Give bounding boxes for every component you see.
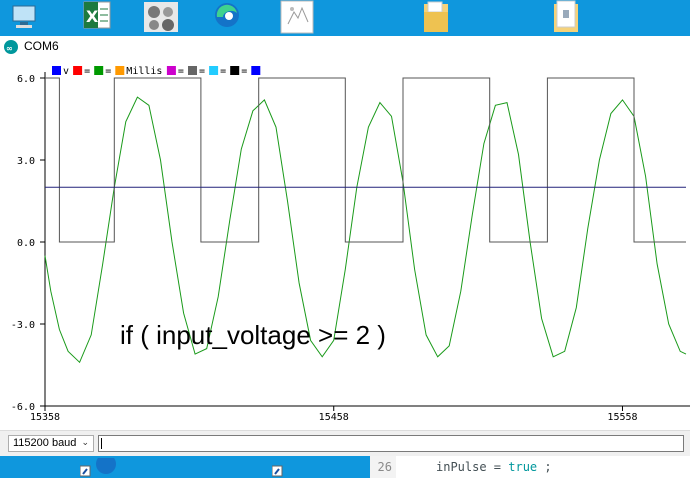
file-icon[interactable] bbox=[548, 0, 586, 36]
window-title: COM6 bbox=[24, 39, 59, 53]
legend-swatch bbox=[251, 66, 261, 75]
code-terminator: ; bbox=[537, 460, 552, 474]
legend-label: = bbox=[84, 66, 90, 77]
plot-chart: v = = Millis = = = = 6.03.00.0-3.0-6.015358 1545… bbox=[11, 66, 690, 423]
y-tick-label: 3.0 bbox=[17, 156, 35, 167]
legend-swatch bbox=[209, 66, 219, 75]
legend-swatch bbox=[188, 66, 197, 75]
legend-label: v bbox=[63, 66, 69, 77]
baud-select[interactable]: 115200 baud ⌄ bbox=[8, 435, 94, 452]
taskbar: X bbox=[0, 0, 690, 36]
line-number: 26 bbox=[370, 456, 396, 478]
folder-icon[interactable] bbox=[418, 0, 456, 36]
svg-text:∞: ∞ bbox=[6, 44, 13, 53]
code-text: inPulse = true ; bbox=[436, 456, 552, 478]
legend-label: Millis bbox=[126, 66, 162, 77]
excel-icon[interactable]: X bbox=[78, 0, 116, 36]
y-tick-label: 6.0 bbox=[17, 74, 35, 85]
serial-plotter: v = = Millis = = = = 6.0 3.0 0.0 -3.0 -6.0 15358 1545… bbox=[0, 58, 690, 430]
send-input[interactable] bbox=[98, 435, 684, 452]
x-tick-label: 15458 bbox=[319, 412, 349, 423]
y-tick-label: -3.0 bbox=[11, 320, 35, 331]
plotter-controls: 115200 baud ⌄ bbox=[0, 430, 690, 457]
legend-swatch bbox=[52, 66, 61, 75]
photos-icon[interactable] bbox=[142, 0, 180, 36]
shortcut-icon[interactable] bbox=[80, 458, 120, 478]
axes: 6.03.00.0-3.0-6.015358 15458 15558 bbox=[11, 72, 690, 423]
code-variable: inPulse = bbox=[436, 460, 509, 474]
code-editor-line[interactable]: 26 inPulse = true ; bbox=[370, 456, 690, 478]
legend-label: = bbox=[199, 66, 205, 77]
legend-swatch bbox=[94, 66, 104, 75]
bottom-taskbar bbox=[0, 456, 370, 478]
chevron-down-icon: ⌄ bbox=[81, 437, 89, 447]
shortcut-icon[interactable] bbox=[272, 458, 288, 478]
legend-swatch bbox=[166, 66, 176, 75]
image-file-icon[interactable] bbox=[278, 0, 316, 36]
legend: v = = Millis = = = = bbox=[52, 66, 261, 77]
x-tick-label: 15558 bbox=[607, 412, 637, 423]
legend-label: = bbox=[178, 66, 184, 77]
legend-swatch bbox=[73, 66, 83, 75]
window-titlebar: ∞ COM6 bbox=[0, 36, 690, 59]
legend-swatch bbox=[230, 66, 240, 75]
arduino-icon: ∞ bbox=[4, 40, 18, 54]
bottom-strip: 26 inPulse = true ; bbox=[0, 456, 690, 478]
legend-label: = bbox=[220, 66, 226, 77]
text-caret bbox=[101, 438, 102, 449]
computer-icon[interactable] bbox=[4, 0, 42, 36]
edge-icon[interactable] bbox=[208, 0, 246, 36]
x-tick-label: 15358 bbox=[30, 412, 60, 423]
annotation-text: if ( input_voltage >= 2 ) bbox=[120, 320, 386, 350]
baud-value: 115200 baud bbox=[13, 437, 77, 449]
y-tick-label: 0.0 bbox=[17, 238, 35, 249]
legend-label: = bbox=[105, 66, 111, 77]
legend-label: = bbox=[241, 66, 247, 77]
svg-text:X: X bbox=[86, 7, 99, 26]
legend-swatch bbox=[115, 66, 125, 75]
code-keyword: true bbox=[508, 460, 538, 474]
